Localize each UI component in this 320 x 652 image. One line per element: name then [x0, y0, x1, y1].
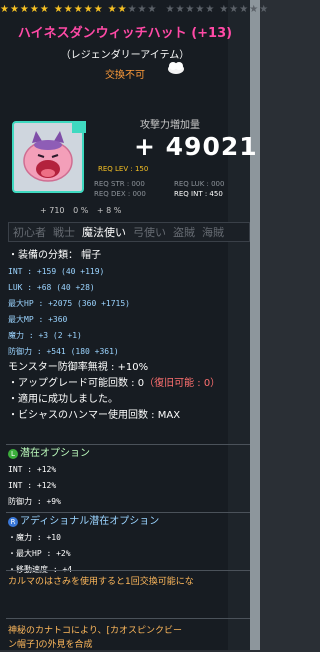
small-stat-2: 0 %	[73, 206, 89, 215]
prop-hammer: ・ビシャスのハンマー使用回数 : MAX	[8, 410, 181, 421]
req-int: REQ INT : 450	[174, 190, 223, 198]
requirements-grid: REQ STR : 000 REQ LUK : 000 REQ DEX : 00…	[94, 180, 250, 200]
item-tooltip: ★★★★★ ★★★★★ ★★★★★ ★★★★★ ★★★★★ ハイネスダンウィッチハット …	[0, 0, 270, 652]
req-level: REQ LEV : 150	[98, 165, 149, 173]
divider-additional	[6, 512, 250, 513]
small-stat-1: + 710	[40, 206, 65, 215]
potential-header: 潜在オプション	[20, 448, 90, 459]
job-pirate: 海賊	[202, 226, 224, 239]
karma-note: カルマのはさみを使用すると1回交換可能にな	[8, 577, 194, 587]
job-magician: 魔法使い	[82, 226, 126, 239]
attack-increase-value: + 49021	[134, 132, 258, 161]
prop-magic: 魔力 : +3 (2 +1)	[8, 331, 82, 340]
prop-upgrade: ・アップグレード可能回数 : 0（復旧可能 : 0）	[8, 378, 221, 389]
divider-mystic	[6, 618, 250, 619]
star-force-stars: ★★★★★ ★★★★★ ★★★★★ ★★★★★ ★★★★★	[0, 4, 270, 15]
potential-line-1: INT : +12%	[8, 465, 57, 474]
req-dex: REQ DEX : 000	[94, 190, 146, 198]
divider-karma	[6, 570, 250, 571]
prop-category: ・装備の分類： 帽子	[8, 250, 102, 261]
prop-int: INT : +159 (40 +119)	[8, 267, 105, 276]
req-luk: REQ LUK : 000	[174, 180, 225, 188]
mystic-note: 神秘のカナトコにより、[カオスピンクビー ン帽子]の外見を合成	[8, 624, 182, 652]
prop-luk: LUK : +68 (40 +28)	[8, 283, 95, 292]
additional-potential-section: Rアディショナル潜在オプション ・魔力 : +10 ・最大HP : +2% ・移…	[8, 514, 159, 578]
cloud-icon	[168, 62, 184, 74]
item-title: ハイネスダンウィッチハット (+13)	[17, 26, 233, 41]
prop-monster-def-ignore: モンスター防御率無視 : +10%	[8, 362, 149, 373]
prop-maxmp: 最大MP : +360	[8, 315, 68, 324]
potential-line-3: 防御力 : +9%	[8, 497, 61, 506]
divider-potential	[6, 444, 250, 445]
item-frame-tab	[72, 121, 86, 133]
prop-maxhp: 最大HP : +2075 (360 +1715)	[8, 299, 130, 308]
potential-line-2: INT : +12%	[8, 481, 57, 490]
prop-applied-success: ・適用に成功しました。	[8, 394, 118, 405]
job-thief: 盗賊	[173, 226, 195, 239]
potential-section: L 潜在オプション INT : +12% INT : +12% 防御力 : +9%	[8, 446, 90, 510]
prop-upgrade-restore: （復旧可能 : 0）	[144, 378, 221, 389]
pink-bean-hat-icon	[23, 131, 73, 182]
additional-line-2: ・最大HP : +2%	[8, 549, 71, 558]
job-warrior: 戦士	[53, 226, 75, 239]
req-str: REQ STR : 000	[94, 180, 145, 188]
item-rarity: （レジェンダリーアイテム）	[60, 50, 190, 61]
prop-defense: 防御力 : +541 (180 +361)	[8, 347, 119, 356]
small-stats-row: + 710 0 % + 8 %	[40, 206, 127, 215]
item-properties: ・装備の分類： 帽子 INT : +159 (40 +119) LUK : +6…	[8, 248, 220, 424]
job-beginner: 初心者	[13, 226, 46, 239]
additional-line-1: ・魔力 : +10	[8, 533, 61, 542]
additional-potential-header: アディショナル潜在オプション	[20, 516, 160, 527]
job-row: 初心者 戦士 魔法使い 弓使い 盗賊 海賊	[8, 222, 250, 242]
mystic-note-line-1: 神秘のカナトコにより、[カオスピンクビー	[8, 626, 182, 636]
job-bowman: 弓使い	[133, 226, 166, 239]
trade-status: 交換不可	[105, 70, 145, 81]
potential-badge-icon: L	[8, 448, 18, 459]
additional-potential-badge-icon: R	[8, 516, 18, 527]
attack-increase-label: 攻撃力増加量	[140, 120, 200, 131]
small-stat-3: + 8 %	[96, 206, 122, 215]
